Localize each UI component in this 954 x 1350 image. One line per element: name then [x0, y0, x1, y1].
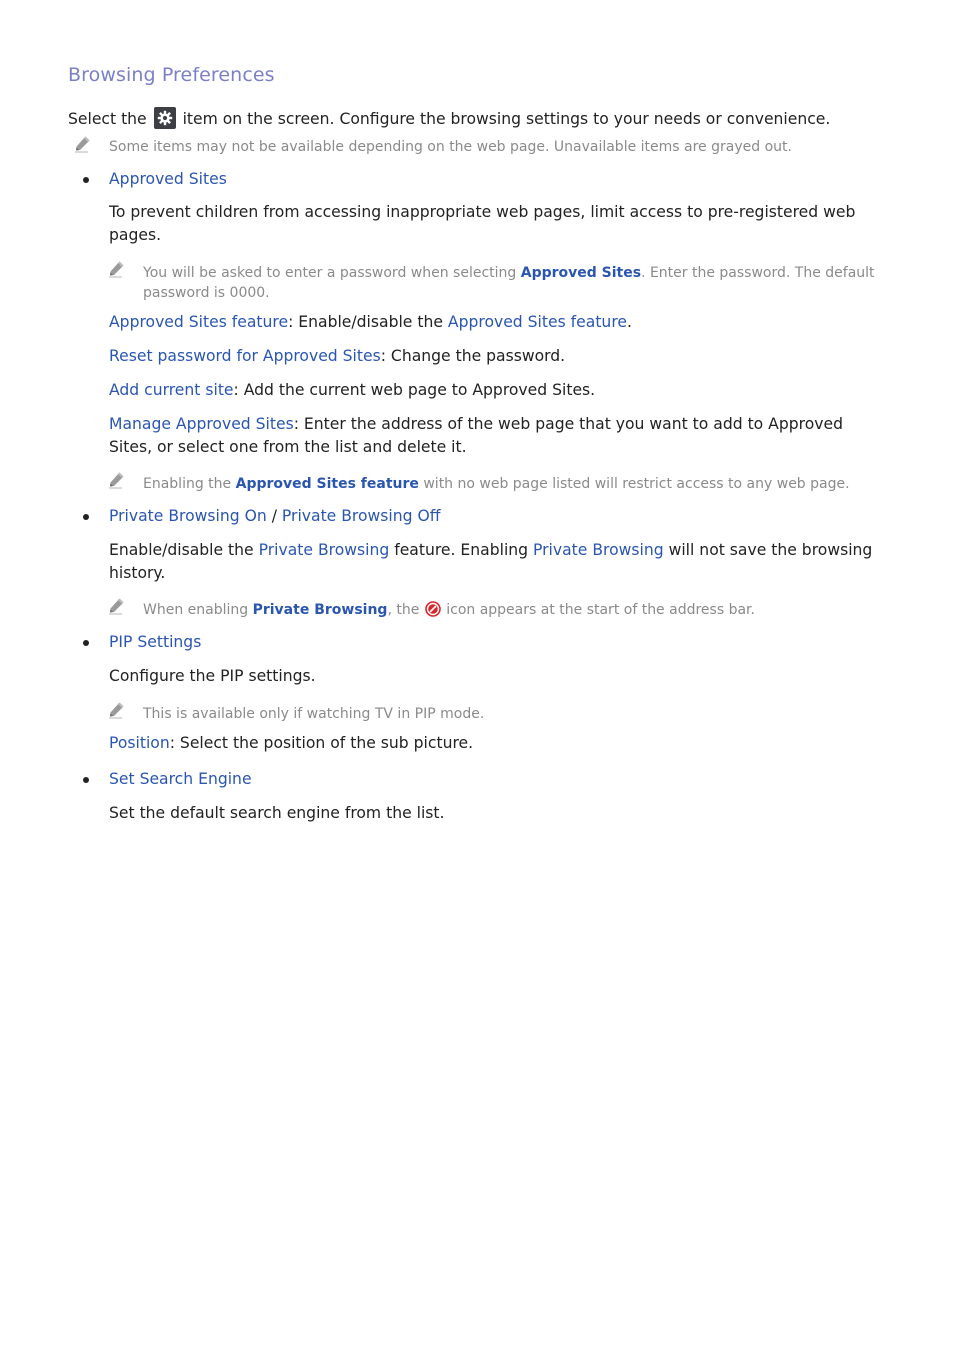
pip-settings-description: Configure the PIP settings. [109, 667, 316, 685]
note-pencil-icon [74, 135, 92, 153]
approved-sites-note: You will be asked to enter a password wh… [143, 265, 875, 301]
section-title-approved-sites: Approved Sites [109, 170, 227, 188]
intro-paragraph: Select the item on the screen. Configure… [68, 107, 830, 131]
approved-sites-feature-note: Enabling the Approved Sites feature with… [143, 476, 850, 492]
intro-text-before: Select the [68, 110, 152, 128]
section-title-private-browsing: Private Browsing On / Private Browsing O… [109, 507, 441, 525]
bullet [83, 777, 89, 783]
approved-sites-description: To prevent children from accessing inapp… [109, 203, 856, 244]
option-term: Add current site [109, 381, 234, 399]
set-search-engine-description: Set the default search engine from the l… [109, 804, 445, 822]
private-browsing-note: When enabling Private Browsing, the icon… [143, 601, 755, 618]
option-manage-approved-sites: Manage Approved Sites: Enter the address… [109, 415, 843, 456]
option-position: Position: Select the position of the sub… [109, 734, 474, 752]
section-title-pip-settings: PIP Settings [109, 633, 202, 651]
section-title-set-search-engine: Set Search Engine [109, 770, 252, 788]
bullet [83, 514, 89, 520]
note-pencil-icon [108, 471, 126, 489]
gear-icon [153, 107, 176, 129]
bullet [83, 640, 89, 646]
option-term: Position [109, 734, 170, 752]
note-pencil-icon [108, 701, 126, 719]
note-pencil-icon [108, 597, 126, 615]
intro-note: Some items may not be available dependin… [109, 139, 792, 155]
pip-settings-note: This is available only if watching TV in… [143, 706, 485, 722]
option-reset-password: Reset password for Approved Sites: Chang… [109, 347, 566, 365]
private-browsing-icon [424, 601, 441, 617]
option-term: Manage Approved Sites [109, 415, 294, 433]
note-link-approved-sites: Approved Sites [520, 265, 642, 281]
option-add-current-site: Add current site: Add the current web pa… [109, 381, 596, 399]
private-browsing-description: Enable/disable the Private Browsing feat… [109, 541, 873, 582]
option-approved-sites-feature: Approved Sites feature: Enable/disable t… [109, 313, 632, 331]
bullet [83, 177, 89, 183]
page-title: Browsing Preferences [68, 64, 275, 86]
option-term: Approved Sites feature [109, 313, 289, 331]
note-pencil-icon [108, 260, 126, 278]
option-term: Reset password for Approved Sites [109, 347, 381, 365]
intro-text-after: item on the screen. Configure the browsi… [177, 110, 831, 128]
